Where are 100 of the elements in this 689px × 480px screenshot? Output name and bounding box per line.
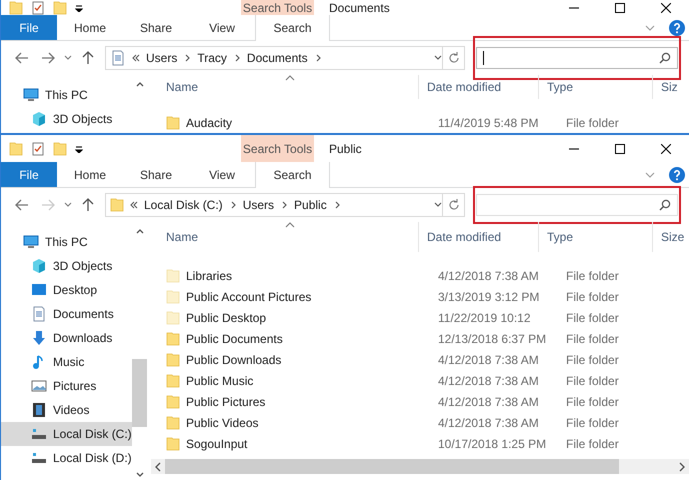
chevron-right-icon [183, 53, 192, 63]
sort-ascending-icon [285, 75, 295, 81]
overflow-chevrons-icon [130, 201, 138, 209]
ribbon-tab[interactable]: Search [255, 15, 330, 41]
search-field[interactable] [476, 194, 678, 216]
maximize-icon [615, 144, 625, 154]
column-header[interactable]: Type [538, 75, 652, 99]
file-row[interactable]: Public Music 4/12/2018 7:38 AM File folder [151, 370, 689, 391]
breadcrumb-item[interactable]: Tracy [197, 51, 227, 65]
nav-item-label: 3D Objects [53, 259, 112, 273]
file-row[interactable]: Public Documents 12/13/2018 6:37 PM File folder [151, 328, 689, 349]
refresh-button[interactable] [443, 46, 465, 70]
folder-icon [166, 374, 180, 388]
column-header[interactable]: Siz [652, 75, 689, 99]
caret-icon [64, 202, 72, 208]
address-bar[interactable]: Local Disk (C:) Users Public [105, 193, 443, 217]
help-icon[interactable] [669, 166, 685, 182]
type-cell-text: File folder [565, 374, 620, 388]
new-folder-icon [53, 142, 67, 156]
refresh-button[interactable] [443, 193, 465, 217]
file-row[interactable]: Public Pictures 4/12/2018 7:38 AM File folder [151, 391, 689, 412]
nav-item[interactable]: 3D Objects [1, 107, 132, 131]
nav-item[interactable]: Documents [1, 302, 132, 326]
nav-item[interactable]: 3D Objects [1, 254, 132, 278]
file-row[interactable]: SogouInput 10/17/2018 1:25 PM File folder [151, 433, 689, 454]
dropdown-icon[interactable] [75, 144, 83, 152]
folder-icon [110, 198, 124, 212]
column-header[interactable]: Name [151, 75, 418, 99]
cube-icon [31, 258, 47, 274]
expand-ribbon-icon[interactable] [645, 172, 655, 178]
nav-item-label: Desktop [53, 283, 98, 297]
nav-item[interactable]: Downloads [1, 326, 132, 350]
folder-icon [9, 142, 23, 156]
column-header[interactable]: Size [652, 222, 689, 252]
nav-item[interactable]: Desktop [1, 278, 132, 302]
breadcrumb-item[interactable]: Documents [246, 51, 308, 65]
file-row[interactable]: Public Desktop 11/22/2019 10:12 File folder [151, 307, 689, 328]
column-header[interactable]: Name [151, 222, 418, 252]
nav-item[interactable]: Music [1, 350, 132, 374]
computer-icon [23, 87, 39, 103]
dropdown-icon[interactable] [75, 4, 83, 12]
nav-item[interactable]: This PC [1, 83, 132, 107]
address-bar[interactable]: Users Tracy Documents [105, 46, 443, 70]
file-name: SogouInput [186, 436, 248, 450]
nav-item[interactable]: Local Disk (C:) [1, 422, 132, 446]
nav-item[interactable]: Pictures [1, 374, 132, 398]
file-name: Public Desktop [186, 310, 266, 324]
file-row[interactable]: Public Account Pictures 3/13/2019 3:12 PM File folder [151, 286, 689, 307]
file-name: Public Music [186, 374, 254, 388]
file-name: Public Account Pictures [186, 290, 312, 304]
document-icon [110, 50, 126, 66]
context-tab-header: Search Tools [241, 0, 314, 15]
scrollbar-thumb[interactable] [132, 359, 147, 427]
nav-item-label: Documents [53, 307, 114, 321]
help-icon[interactable] [669, 20, 685, 36]
breadcrumb-item[interactable]: Users [242, 198, 274, 212]
new-folder-icon [53, 0, 67, 14]
column-header[interactable]: Date modified [418, 75, 538, 99]
scrollbar-thumb[interactable] [165, 459, 619, 474]
scroll-up-icon[interactable] [136, 228, 144, 234]
date-cell-text: 3/13/2019 3:12 PM [437, 290, 540, 304]
refresh-icon [448, 52, 460, 64]
nav-item[interactable]: This PC [1, 230, 132, 254]
context-tab-header: Search Tools [241, 135, 314, 162]
file-menu-tab[interactable]: File [1, 15, 57, 40]
ribbon-tab[interactable]: Search [255, 162, 330, 188]
nav-item-label: Videos [53, 403, 90, 417]
breadcrumb-item[interactable]: Local Disk (C:) [144, 198, 223, 212]
nav-item-label: Pictures [53, 379, 96, 393]
column-header[interactable]: Type [538, 222, 652, 252]
scroll-up-icon[interactable] [136, 81, 144, 87]
nav-item-label: Local Disk (D:) [53, 451, 132, 465]
breadcrumb-item[interactable]: Users [146, 51, 178, 65]
column-header[interactable]: Date modified [418, 222, 538, 252]
folder-icon [166, 352, 180, 366]
expand-ribbon-icon[interactable] [645, 24, 655, 30]
nav-item[interactable]: Local Disk (D:) [1, 446, 132, 470]
nav-item[interactable]: Videos [1, 398, 132, 422]
computer-icon [23, 234, 39, 250]
horizontal-scrollbar[interactable] [151, 459, 689, 474]
close-icon [661, 144, 671, 154]
type-cell-text: File folder [565, 332, 620, 346]
type-cell-text: File folder [565, 268, 620, 282]
nav-item-label: Music [53, 355, 84, 369]
search-field[interactable] [476, 47, 678, 69]
file-menu-tab[interactable]: File [1, 162, 57, 187]
file-row[interactable]: Public Videos 4/12/2018 7:38 AM File folder [151, 412, 689, 433]
folder-icon [166, 332, 180, 346]
file-row[interactable]: Public Downloads 4/12/2018 7:38 AM File folder [151, 349, 689, 370]
file-name: Public Downloads [186, 352, 282, 366]
breadcrumb-item[interactable]: Public [294, 198, 327, 212]
nav-item-label: This PC [45, 88, 88, 102]
maximize-icon [615, 2, 625, 12]
date-cell-text: 4/12/2018 7:38 AM [437, 268, 540, 282]
date-cell-text: 11/4/2019 5:48 PM [437, 116, 540, 130]
chevron-right-icon [280, 200, 288, 210]
scroll-down-icon[interactable] [136, 472, 144, 478]
file-row[interactable]: Audacity 11/4/2019 5:48 PM File folder [151, 112, 689, 133]
file-row[interactable]: Libraries 4/12/2018 7:38 AM File folder [151, 265, 689, 286]
document-icon [31, 306, 47, 322]
